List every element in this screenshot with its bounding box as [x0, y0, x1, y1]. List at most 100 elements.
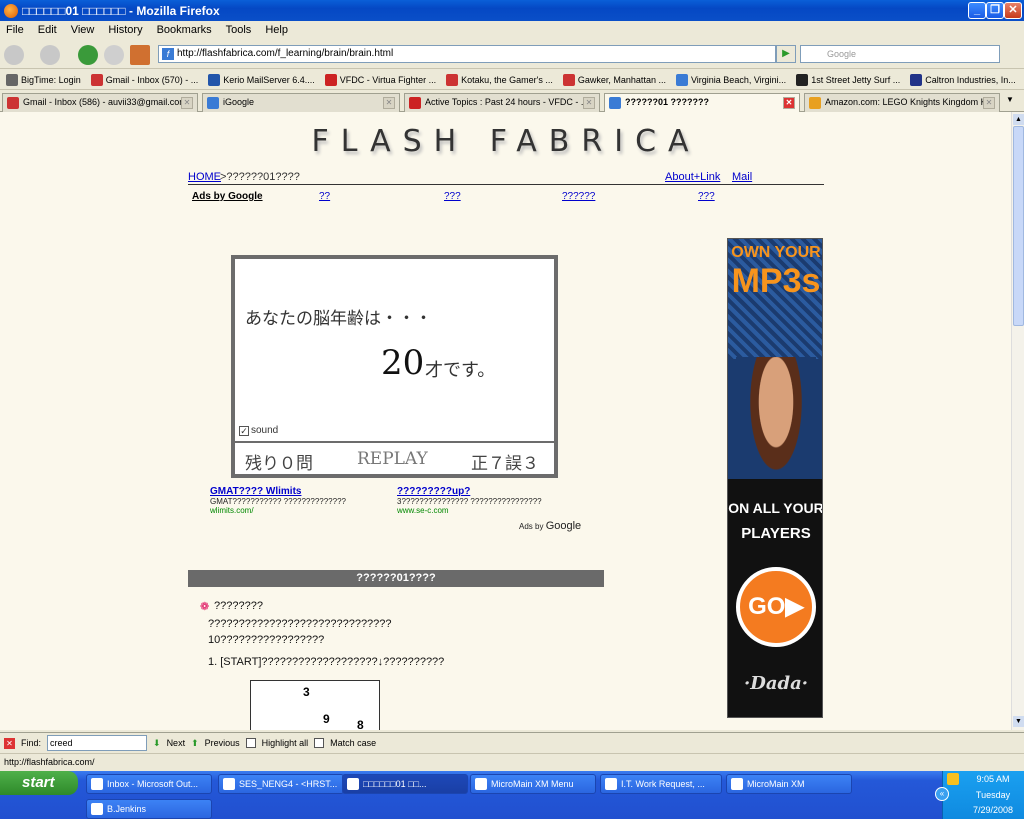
windows-taskbar: start Inbox - Microsoft Out... SES_NENG4 …	[0, 771, 1024, 819]
taskbar-button[interactable]: □□□□□□01 □□...	[342, 774, 468, 794]
tab-close-icon[interactable]: ✕	[383, 97, 395, 109]
ad-1-title[interactable]: GMAT???? Wlimits	[210, 486, 390, 497]
clock-date: 7/29/2008	[972, 805, 1014, 815]
ad-link-1[interactable]: ??	[319, 191, 330, 202]
reload-icon[interactable]	[78, 45, 98, 65]
tab-close-icon[interactable]: ✕	[783, 97, 795, 109]
forward-icon[interactable]	[40, 45, 60, 65]
taskbar-label: B.Jenkins	[107, 804, 147, 814]
bookmark-item[interactable]: Kerio MailServer 6.4....	[208, 73, 315, 86]
sound-toggle[interactable]: ✓ sound	[239, 425, 278, 436]
tab[interactable]: iGoogle ✕	[202, 93, 400, 112]
replay-button[interactable]: REPLAY	[357, 449, 428, 469]
score: 正７誤３	[471, 454, 539, 474]
search-input[interactable]: Google	[800, 45, 1000, 63]
brain-quiz-flash[interactable]: あなたの脳年齢は・・・ 20 才です。 ✓ sound 残り０問 REPLAY 正…	[231, 255, 558, 478]
ads-by-google-badge[interactable]: Ads by Google	[519, 520, 581, 532]
taskbar-button[interactable]: MicroMain XM Menu	[470, 774, 596, 794]
ad-2-text: 3??????????????? ????????????????	[397, 497, 542, 506]
taskbar-button[interactable]: I.T. Work Request, ...	[600, 774, 722, 794]
tab[interactable]: ??????01 ??????? ✕	[604, 93, 800, 112]
go-button[interactable]: GO▶	[736, 567, 816, 647]
bookmark-item[interactable]: Virginia Beach, Virgini...	[675, 73, 786, 86]
back-icon[interactable]	[4, 45, 24, 65]
mail-link[interactable]: Mail	[732, 171, 752, 183]
home-link[interactable]: HOME	[188, 171, 221, 183]
taskbar-button[interactable]: Inbox - Microsoft Out...	[86, 774, 212, 794]
scroll-up-arrow-icon[interactable]: ▲	[1013, 114, 1024, 125]
menu-tools[interactable]: Tools	[226, 24, 252, 36]
bookmark-item[interactable]: 1st Street Jetty Surf ...	[796, 73, 900, 86]
breadcrumb: >??????01????	[220, 171, 300, 183]
age-suffix: 才です。	[425, 360, 496, 381]
ad-link-3[interactable]: ??????	[562, 191, 595, 202]
menu-help[interactable]: Help	[265, 24, 288, 36]
bookmark-item[interactable]: Caltron Industries, In...	[910, 73, 1016, 86]
ads-by-label: Ads by	[519, 522, 544, 531]
tab[interactable]: Active Topics : Past 24 hours - VFDC - .…	[404, 93, 600, 112]
about-link[interactable]: About+Link	[665, 171, 720, 183]
url-bar[interactable]: f http://flashfabrica.com/f_learning/brai…	[158, 45, 776, 63]
start-button[interactable]: start	[0, 771, 78, 795]
find-input[interactable]: creed	[47, 735, 148, 751]
top-nav: HOME >??????01???? About+Link Mail	[188, 171, 824, 185]
ad-link-4[interactable]: ???	[698, 191, 715, 202]
tab-list-icon[interactable]: ▼	[1006, 95, 1014, 104]
sound-checkbox[interactable]: ✓	[239, 425, 249, 436]
bookmark-item[interactable]: Gmail - Inbox (570) - ...	[90, 73, 198, 86]
banner-line-2: MP3s	[731, 262, 821, 300]
bookmark-favicon-icon	[6, 73, 18, 86]
bookmark-favicon-icon	[562, 73, 575, 86]
url-text: http://flashfabrica.com/f_learning/brain…	[177, 48, 394, 59]
menu-view[interactable]: View	[71, 24, 95, 36]
bookmark-item[interactable]: Kotaku, the Gamer's ...	[446, 73, 553, 86]
ad-2-title[interactable]: ?????????up?	[397, 486, 587, 497]
scroll-down-arrow-icon[interactable]: ▼	[1013, 716, 1024, 727]
highlight-all-checkbox[interactable]	[245, 738, 256, 748]
maximize-button[interactable]: ❐	[986, 2, 1004, 19]
bookmark-item[interactable]: BigTime: Login	[6, 73, 81, 86]
mp3-banner-ad[interactable]: OWN YOUR MP3s ON ALL YOUR PLAYERS GO▶ ·D…	[727, 238, 823, 718]
clock-time[interactable]: 9:05 AM	[963, 774, 1023, 784]
minimize-button[interactable]: _	[968, 2, 986, 19]
ads-by-google-label[interactable]: Ads by Google	[192, 191, 263, 202]
menu-bookmarks[interactable]: Bookmarks	[157, 24, 212, 36]
google-ad-1[interactable]: GMAT???? Wlimits GMAT??????????? ???????…	[210, 486, 390, 515]
highlight-all-label: Highlight all	[261, 738, 309, 748]
menu-file[interactable]: File	[6, 24, 24, 36]
google-ad-2[interactable]: ?????????up? 3??????????????? ??????????…	[397, 486, 587, 515]
taskbar-button[interactable]: MicroMain XM	[726, 774, 852, 794]
tab[interactable]: Amazon.com: LEGO Knights Kingdom K... ✕	[804, 93, 1000, 112]
tab-close-icon[interactable]: ✕	[583, 97, 595, 109]
bookmark-label: Caltron Industries, In...	[925, 74, 1016, 85]
menu-history[interactable]: History	[108, 24, 142, 36]
banner-line-3: ON ALL YOUR	[728, 500, 823, 516]
tab-bar: Gmail - Inbox (586) - auvii33@gmail.com ✕…	[0, 91, 1024, 112]
close-button[interactable]: ✕	[1004, 2, 1022, 19]
taskbar-button[interactable]: SES_NENG4 - <HRST...	[218, 774, 344, 794]
match-case-checkbox[interactable]	[314, 738, 325, 748]
tray-expand-icon[interactable]: «	[935, 787, 949, 801]
find-next-button[interactable]: Next	[167, 738, 186, 748]
bookmark-item[interactable]: Gawker, Manhattan ...	[562, 73, 666, 86]
find-previous-button[interactable]: Previous	[205, 738, 240, 748]
close-find-icon[interactable]: ✕	[4, 737, 15, 749]
tab-close-icon[interactable]: ✕	[983, 97, 995, 109]
stop-icon[interactable]	[104, 45, 124, 65]
ad-link-2[interactable]: ???	[444, 191, 461, 202]
tab[interactable]: Gmail - Inbox (586) - auvii33@gmail.com ✕	[2, 93, 198, 112]
home-icon[interactable]	[130, 45, 150, 65]
vertical-scrollbar[interactable]: ▲ ▼	[1011, 112, 1024, 730]
taskbar-button[interactable]: B.Jenkins	[86, 799, 212, 819]
tab-label: ??????01 ???????	[625, 97, 709, 107]
paragraph-1: ??????????????????????????????	[208, 618, 392, 630]
system-tray: « 9:05 AM Tuesday 7/29/2008	[935, 771, 1024, 819]
scrollbar-thumb[interactable]	[1013, 126, 1024, 326]
tab-close-icon[interactable]: ✕	[181, 97, 193, 109]
bookmark-label: Kerio MailServer 6.4....	[223, 74, 315, 85]
go-button[interactable]: ▶	[776, 45, 796, 63]
menu-edit[interactable]: Edit	[38, 24, 57, 36]
example-grid: 3 9 8	[250, 680, 380, 730]
bookmark-item[interactable]: VFDC - Virtua Fighter ...	[324, 73, 436, 86]
tray-app-icon[interactable]	[947, 773, 959, 785]
